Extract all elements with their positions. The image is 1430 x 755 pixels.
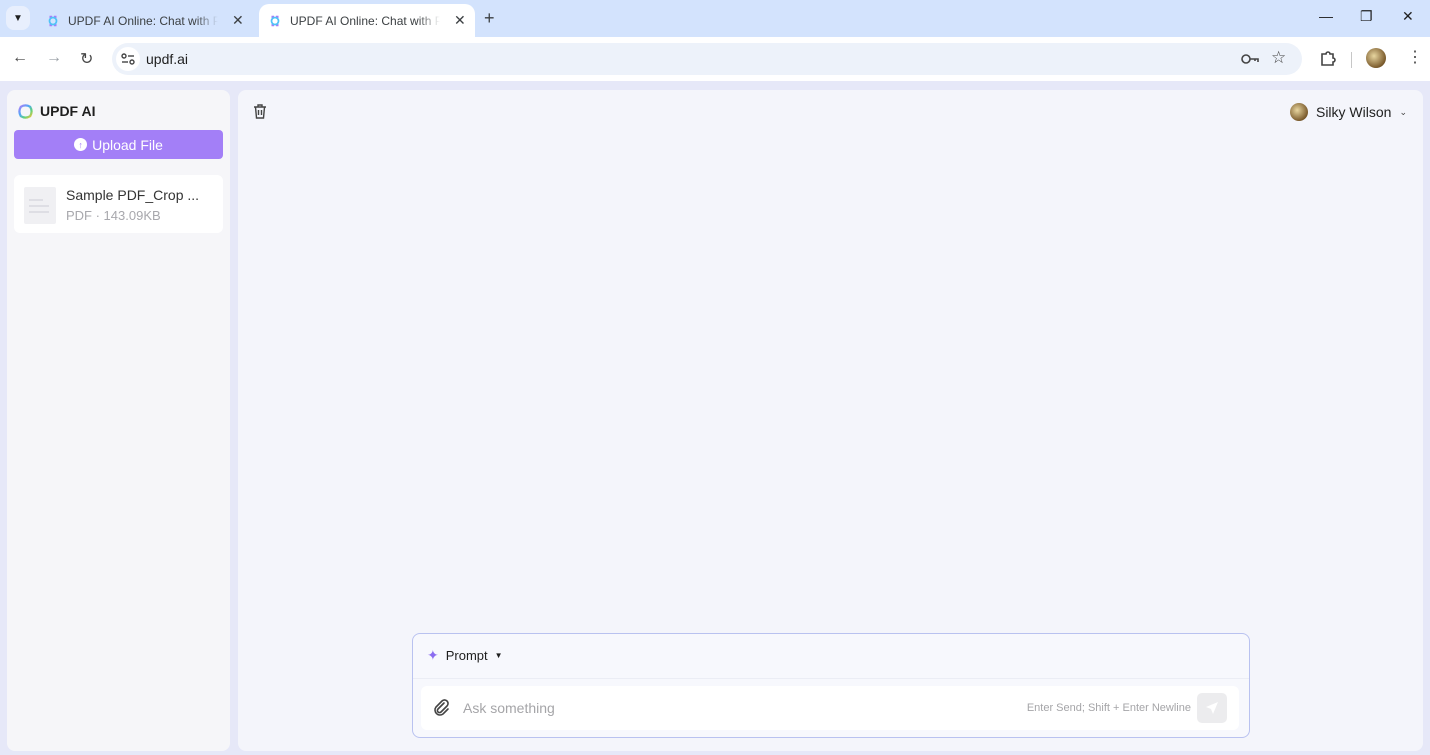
tab-title: UPDF AI Online: Chat with PDF: [290, 13, 440, 28]
send-hint: Enter Send; Shift + Enter Newline: [1026, 702, 1191, 714]
user-avatar: [1289, 103, 1308, 121]
app-root: UPDF AI ↑ Upload File Sample PDF_Crop ..…: [0, 81, 1430, 755]
browser-tab-1[interactable]: UPDF AI Online: Chat with PDF ✕: [38, 4, 244, 37]
close-window-icon[interactable]: ✕: [1402, 8, 1414, 25]
password-key-icon[interactable]: [1241, 52, 1259, 66]
tab-search-button[interactable]: ▼: [6, 6, 30, 30]
more-menu-icon[interactable]: ⋮: [1407, 47, 1423, 67]
input-container: Enter Send; Shift + Enter Newline: [421, 686, 1239, 730]
site-info-button[interactable]: [116, 47, 140, 71]
caret-down-icon: ▼: [494, 651, 503, 660]
sparkle-icon: ✦: [427, 647, 439, 663]
sidebar: UPDF AI ↑ Upload File Sample PDF_Crop ..…: [7, 90, 230, 751]
upload-file-label: Upload File: [92, 136, 163, 153]
chevron-down-icon: ⌄: [1399, 106, 1407, 117]
bookmark-star-icon[interactable]: ☆: [1271, 48, 1286, 68]
new-tab-button[interactable]: +: [484, 8, 495, 29]
upload-file-button[interactable]: ↑ Upload File: [14, 130, 223, 159]
minimize-icon[interactable]: —: [1319, 8, 1333, 24]
brand: UPDF AI: [18, 103, 95, 119]
file-name: Sample PDF_Crop ...: [66, 187, 200, 203]
prompt-mode-label: Prompt: [445, 648, 488, 663]
restore-icon[interactable]: ❐: [1360, 8, 1373, 25]
forward-icon[interactable]: →: [46, 49, 62, 67]
updf-favicon-icon: [48, 15, 58, 26]
paperclip-icon[interactable]: [432, 698, 450, 716]
user-menu[interactable]: Silky Wilson ⌄: [1289, 103, 1407, 121]
browser-tab-2-active[interactable]: UPDF AI Online: Chat with PDF ✕: [259, 4, 475, 37]
send-icon: [1206, 702, 1218, 714]
ask-input[interactable]: [463, 692, 1023, 724]
extensions-puzzle-icon[interactable]: [1319, 50, 1336, 67]
updf-favicon-icon: [270, 15, 280, 26]
browser-toolbar: ← → ↻ updf.ai ☆ ⋮: [0, 37, 1430, 81]
prompt-mode-dropdown[interactable]: ✦ Prompt ▼: [427, 647, 503, 664]
upload-arrow-icon: ↑: [74, 138, 88, 151]
chat-composer: ✦ Prompt ▼ Enter Send; Shift + Enter New…: [412, 633, 1250, 738]
file-list-item[interactable]: Sample PDF_Crop ... PDF · 143.09KB: [14, 175, 223, 233]
close-tab-icon[interactable]: ✕: [232, 12, 244, 29]
reload-icon[interactable]: ↻: [80, 49, 93, 69]
trash-icon[interactable]: [253, 104, 267, 119]
url-text[interactable]: updf.ai: [146, 51, 188, 67]
document-icon: [24, 187, 56, 224]
toolbar-divider: [1351, 52, 1352, 68]
send-button[interactable]: [1197, 693, 1227, 723]
address-bar[interactable]: updf.ai ☆: [112, 43, 1302, 75]
close-tab-icon[interactable]: ✕: [454, 12, 466, 29]
chevron-down-icon: ▼: [13, 12, 23, 24]
brand-name: UPDF AI: [40, 103, 96, 119]
user-name: Silky Wilson: [1315, 104, 1392, 120]
browser-tab-strip: ▼ UPDF AI Online: Chat with PDF ✕ UPDF A…: [0, 0, 1430, 37]
back-icon[interactable]: ←: [12, 49, 28, 67]
updf-logo-icon: [18, 103, 33, 119]
chat-panel: Silky Wilson ⌄ ✦ Prompt ▼ Enter Send; Sh…: [238, 90, 1423, 751]
file-meta: PDF · 143.09KB: [66, 208, 161, 223]
composer-divider: [413, 678, 1249, 679]
profile-avatar[interactable]: [1366, 48, 1386, 68]
tune-icon: [121, 53, 135, 65]
tab-title: UPDF AI Online: Chat with PDF: [68, 13, 218, 28]
